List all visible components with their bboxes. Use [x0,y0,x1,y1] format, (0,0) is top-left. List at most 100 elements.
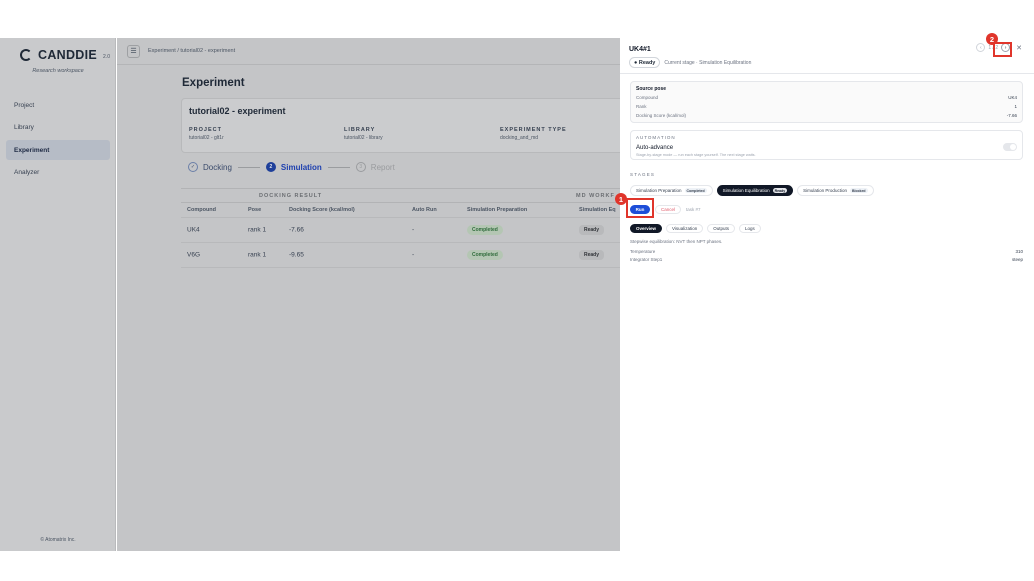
col-sim-prep: Simulation Preparation [467,207,528,213]
overview-row: Temperature 310 [630,249,1023,254]
type-label: EXPERIMENT TYPE [500,127,567,133]
col-auto-run: Auto Run [412,207,437,213]
brand-logo-icon [20,49,32,61]
cell-compound: UK4 [187,226,200,234]
page-title: Experiment [182,77,245,89]
brand[interactable]: CANDDIE 2.0 [20,48,110,62]
tab-overview[interactable]: Overview [630,224,663,233]
experiment-title: tutorial02 - experiment [189,106,286,116]
detail-tabs: Overview Visualization Outputs Logs [630,224,761,233]
step-label: Docking [203,162,232,172]
source-value: -7.66 [1006,113,1017,118]
stage-tab-production[interactable]: Simulation Production Blocked [797,185,874,196]
panel-title: UK4#1 [629,46,651,53]
brand-name: CANDDIE [38,48,98,62]
highlight-box-run [626,198,654,218]
stage-label: Simulation Production [803,188,847,193]
main-content: ☰ Experiment / tutorial02 - experiment E… [117,38,620,551]
overview-label: Integrator Step1 [630,257,663,262]
task-id: task #7 [686,207,701,212]
overview-row: Integrator Step1 steep [630,257,1023,262]
tab-visualization[interactable]: Visualization [666,224,704,233]
divider [620,73,1034,74]
status-badge: Completed [467,250,503,260]
cell-auto-run: - [412,226,415,234]
cancel-button[interactable]: Cancel [655,205,682,214]
stepper: ✓ Docking 2 Simulation 3 Report [188,162,395,172]
automation-title: Auto-advance [636,145,674,151]
library-value: tutorial02 - library [344,134,383,141]
step-label: Report [370,162,395,172]
topbar: ☰ Experiment / tutorial02 - experiment [117,38,620,65]
project-meta: PROJECT tutorial02 - glt1r [189,127,224,141]
status-badge: Ready [579,250,605,260]
table-group-header: DOCKING RESULT MD WORKF [181,188,620,203]
stage-tab-preparation[interactable]: Simulation Preparation Completed [630,185,713,196]
auto-advance-toggle[interactable] [1003,143,1017,151]
step-connector [327,166,350,168]
sidebar-item-library[interactable]: Library [6,118,110,138]
automation-label: AUTOMATION [636,135,676,140]
group-docking-result: DOCKING RESULT [259,193,323,199]
stage-badge: Ready [772,188,788,193]
source-label: Compound [636,95,659,100]
detail-panel: UK4#1 ● Ready Current stage · Simulation… [615,33,1034,551]
cell-score: -7.66 [289,226,304,234]
sidebar-nav: Project Library Experiment Analyzer [6,95,110,185]
experiment-card: tutorial02 - experiment PROJECT tutorial… [181,98,620,153]
overview-description: Stepwise equilibration: NVT then NPT pha… [630,239,723,244]
status-badge: Completed [467,225,503,235]
stage-tabs: Simulation Preparation Completed Simulat… [630,185,874,196]
results-table: DOCKING RESULT MD WORKF Compound Pose Do… [181,188,620,268]
source-row: Docking Score (kcal/mol) -7.66 [636,113,1017,118]
chevron-left-icon: ‹ [980,44,982,51]
source-label: Docking Score (kcal/mol) [636,113,687,118]
table-header-row: Compound Pose Docking Score (kcal/mol) A… [181,203,620,218]
col-pose: Pose [248,207,262,213]
source-value: UK4 [1008,95,1017,100]
tab-outputs[interactable]: Outputs [707,224,735,233]
stage-badge: Completed [684,188,707,193]
cell-score: -9.65 [289,251,304,259]
stages-label: STAGES [630,172,656,177]
col-sim-eq: Simulation Eq [579,207,616,213]
app-window: CANDDIE 2.0 Research workspace Project L… [0,33,1034,551]
source-row: Rank 1 [636,104,1017,109]
project-value: tutorial02 - glt1r [189,134,224,141]
step-simulation[interactable]: 2 Simulation [265,162,322,172]
col-compound: Compound [187,207,217,213]
highlight-box-next [993,42,1012,57]
overview-label: Temperature [630,249,656,254]
library-meta: LIBRARY tutorial02 - library [344,127,383,141]
library-label: LIBRARY [344,127,376,133]
prev-button[interactable]: ‹ [976,43,986,52]
cell-auto-run: - [412,251,415,259]
stage-badge: Blocked [849,188,868,193]
brand-version: 2.0 [103,53,110,60]
current-stage: Current stage · Simulation Equilibration [664,59,752,66]
step-number: 3 [355,162,366,172]
automation-desc: Stage-by-stage mode — run each stage you… [636,153,756,157]
cell-pose: rank 1 [248,251,267,259]
annotation-badge-2: 2 [986,33,998,45]
close-icon[interactable]: ✕ [1016,44,1022,52]
step-docking[interactable]: ✓ Docking [188,162,232,172]
status-badge: Ready [579,225,605,235]
sidebar-item-experiment[interactable]: Experiment [6,140,110,161]
automation-card: AUTOMATION Auto-advance Stage-by-stage m… [630,130,1023,160]
type-meta: EXPERIMENT TYPE docking_and_md [500,127,567,141]
sidebar-item-project[interactable]: Project [6,95,110,115]
stage-tab-equilibration[interactable]: Simulation Equilibration Ready [716,185,794,196]
table-row[interactable]: V6G rank 1 -9.65 - Completed Ready [181,243,620,268]
sidebar-item-analyzer[interactable]: Analyzer [6,163,110,183]
tab-logs[interactable]: Logs [738,224,761,233]
status-badge: ● Ready [629,57,661,68]
step-label: Simulation [280,162,322,172]
step-report[interactable]: 3 Report [355,162,395,172]
hamburger-icon: ☰ [130,48,137,55]
source-value: 1 [1014,104,1017,109]
workspace-label: Research workspace [32,68,84,74]
table-row[interactable]: UK4 rank 1 -7.66 - Completed Ready [181,218,620,243]
project-label: PROJECT [189,127,222,133]
menu-toggle-button[interactable]: ☰ [127,44,140,58]
